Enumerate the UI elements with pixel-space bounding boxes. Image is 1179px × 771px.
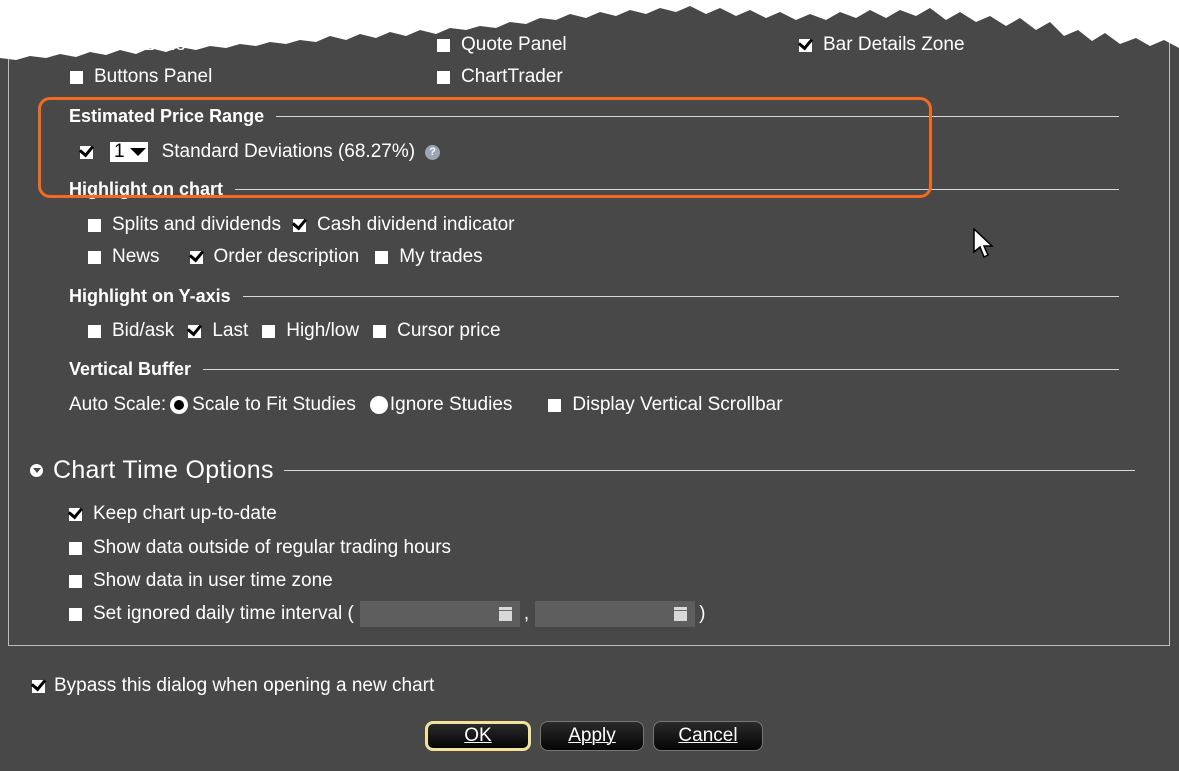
bid-ask-checkbox[interactable]	[88, 324, 101, 338]
splits-dividends-checkbox[interactable]	[88, 218, 101, 232]
news-label: News	[112, 246, 160, 267]
vertical-scrollbar-option[interactable]: Display Vertical Scrollbar	[548, 394, 783, 416]
cash-dividend-option[interactable]: Cash dividend indicator	[293, 214, 515, 236]
top-row-2: Buttons Panel ChartTrader	[70, 66, 575, 88]
ignored-interval-label: Set ignored daily time interval (	[93, 603, 354, 624]
highlight-chart-row-1: Splits and dividends Cash dividend indic…	[88, 214, 527, 236]
highlight-yaxis-row: Bid/ask Last High/low Cursor price	[88, 320, 513, 342]
vertical-scrollbar-label: Display Vertical Scrollbar	[572, 394, 783, 415]
keep-up-to-date-option[interactable]: Keep chart up-to-date	[69, 503, 277, 525]
bid-ask-label: Bid/ask	[112, 320, 175, 341]
ignore-studies-radio[interactable]	[369, 396, 388, 414]
calendar-icon[interactable]	[674, 607, 688, 621]
bar-details-zone-label: Bar Details Zone	[823, 34, 965, 55]
calendar-icon[interactable]	[498, 607, 512, 621]
high-low-checkbox[interactable]	[262, 324, 276, 338]
bid-ask-option[interactable]: Bid/ask	[88, 320, 174, 342]
apply-button-label: Apply	[568, 725, 616, 746]
scale-fit-label: Scale to Fit Studies	[192, 394, 356, 415]
news-checkbox[interactable]	[88, 250, 101, 264]
cursor-price-option[interactable]: Cursor price	[373, 320, 501, 342]
vertical-scrollbar-checkbox[interactable]	[548, 398, 562, 412]
interval-separator: ,	[523, 603, 530, 624]
ignored-interval-checkbox[interactable]	[69, 607, 82, 621]
quote-panel-checkbox[interactable]	[437, 38, 450, 52]
highlight-chart-row-2: News Order description My trades	[88, 246, 495, 268]
cancel-button[interactable]: Cancel	[653, 721, 763, 751]
order-description-option[interactable]: Order description	[189, 246, 360, 268]
annotation-highlight-box	[38, 97, 932, 198]
price-zone-option[interactable]: Price Zone	[70, 34, 425, 56]
price-zone-label: Price Zone	[94, 34, 186, 55]
cancel-button-label: Cancel	[678, 725, 738, 746]
splits-dividends-label: Splits and dividends	[112, 214, 281, 235]
cash-dividend-checkbox[interactable]	[293, 218, 306, 232]
chart-time-options-header: Chart Time Options	[30, 456, 1135, 485]
apply-button[interactable]: Apply	[540, 721, 644, 751]
vertical-buffer-header: Vertical Buffer	[69, 359, 1119, 380]
bypass-dialog-option[interactable]: Bypass this dialog when opening a new ch…	[32, 675, 434, 697]
high-low-label: High/low	[286, 320, 360, 341]
buttons-panel-option[interactable]: Buttons Panel	[70, 66, 425, 88]
quote-panel-option[interactable]: Quote Panel	[437, 34, 787, 56]
my-trades-option[interactable]: My trades	[375, 246, 483, 268]
mouse-cursor-icon	[973, 228, 994, 259]
outside-hours-checkbox[interactable]	[69, 541, 82, 555]
auto-scale-label: Auto Scale:	[69, 394, 167, 415]
last-label: Last	[212, 320, 249, 341]
cursor-price-checkbox[interactable]	[373, 324, 387, 338]
last-checkbox[interactable]	[188, 324, 202, 338]
ignore-studies-radio-option[interactable]: Ignore Studies	[366, 394, 513, 416]
cursor-price-label: Cursor price	[397, 320, 501, 341]
chart-time-options-title: Chart Time Options	[53, 456, 274, 484]
order-description-checkbox[interactable]	[189, 250, 203, 264]
user-time-zone-option[interactable]: Show data in user time zone	[69, 570, 333, 592]
charttrader-option[interactable]: ChartTrader	[437, 66, 563, 88]
bypass-dialog-checkbox[interactable]	[32, 679, 45, 693]
ok-button[interactable]: OK	[425, 721, 531, 751]
news-option[interactable]: News	[88, 246, 160, 268]
charttrader-label: ChartTrader	[461, 66, 563, 87]
charttrader-checkbox[interactable]	[437, 70, 450, 84]
bar-details-zone-checkbox[interactable]	[799, 38, 812, 52]
order-description-label: Order description	[213, 246, 360, 267]
price-zone-checkbox[interactable]	[70, 38, 83, 52]
last-option[interactable]: Last	[188, 320, 248, 342]
vertical-buffer-row: Auto Scale: Scale to Fit Studies Ignore …	[69, 394, 795, 416]
vertical-buffer-title: Vertical Buffer	[69, 359, 192, 379]
outside-hours-option[interactable]: Show data outside of regular trading hou…	[69, 537, 451, 559]
bypass-dialog-label: Bypass this dialog when opening a new ch…	[54, 675, 435, 696]
quote-panel-label: Quote Panel	[461, 34, 567, 55]
interval-start-field[interactable]	[359, 601, 520, 627]
keep-up-to-date-label: Keep chart up-to-date	[93, 503, 277, 524]
scale-fit-radio[interactable]	[170, 396, 189, 414]
interval-end-field[interactable]	[535, 601, 696, 627]
top-row-1: Price Zone Quote Panel Bar Details Zone	[70, 34, 977, 56]
user-time-zone-label: Show data in user time zone	[93, 570, 333, 591]
buttons-panel-checkbox[interactable]	[70, 70, 83, 84]
ok-button-label: OK	[464, 725, 492, 746]
section-divider	[242, 296, 1119, 297]
collapse-icon[interactable]	[30, 464, 43, 477]
highlight-on-yaxis-header: Highlight on Y-axis	[69, 286, 1119, 307]
ignored-interval-row: Set ignored daily time interval ( , )	[69, 601, 705, 627]
ignore-studies-label: Ignore Studies	[389, 394, 513, 415]
outside-hours-label: Show data outside of regular trading hou…	[93, 537, 452, 558]
splits-dividends-option[interactable]: Splits and dividends	[88, 214, 281, 236]
highlight-on-yaxis-title: Highlight on Y-axis	[69, 286, 231, 306]
buttons-panel-label: Buttons Panel	[94, 66, 213, 87]
cash-dividend-label: Cash dividend indicator	[317, 214, 515, 235]
bar-details-zone-option[interactable]: Bar Details Zone	[799, 34, 965, 56]
section-divider	[203, 369, 1119, 370]
my-trades-label: My trades	[399, 246, 483, 267]
scale-fit-radio-option[interactable]: Scale to Fit Studies	[166, 394, 356, 416]
keep-up-to-date-checkbox[interactable]	[69, 507, 82, 521]
section-divider	[283, 470, 1135, 471]
chart-settings-dialog: Price Zone Quote Panel Bar Details Zone …	[0, 0, 1179, 771]
high-low-option[interactable]: High/low	[262, 320, 359, 342]
user-time-zone-checkbox[interactable]	[69, 574, 82, 588]
interval-close-paren: )	[699, 603, 706, 624]
my-trades-checkbox[interactable]	[375, 250, 389, 264]
